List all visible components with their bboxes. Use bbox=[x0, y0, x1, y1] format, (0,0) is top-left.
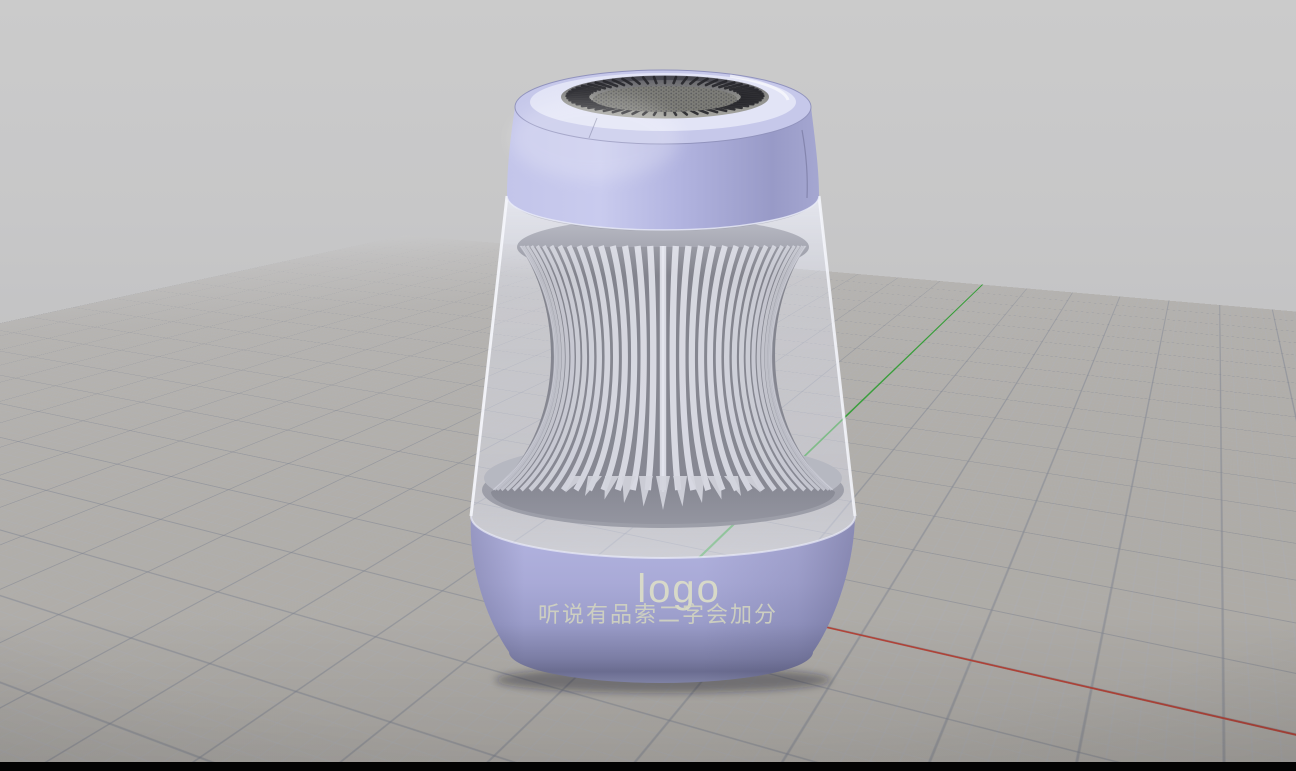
product-top-cap bbox=[507, 70, 819, 230]
product-model[interactable]: logo 听说有品索二字会加分 bbox=[430, 40, 900, 720]
bottom-bar bbox=[0, 762, 1296, 771]
slogan-text: 听说有品索二字会加分 bbox=[538, 602, 778, 627]
transparent-shell bbox=[471, 196, 855, 558]
render-viewport[interactable]: logo 听说有品索二字会加分 bbox=[0, 0, 1296, 771]
cap-highlight bbox=[510, 96, 680, 180]
